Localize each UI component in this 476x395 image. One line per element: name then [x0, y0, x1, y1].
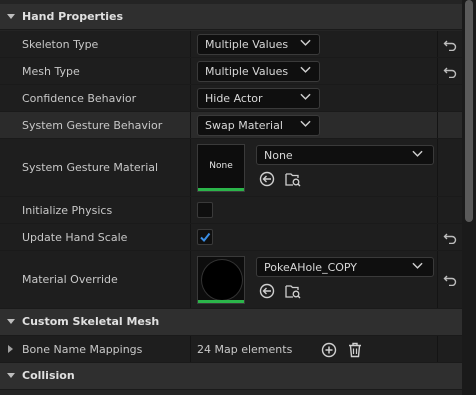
- details-panel: Hand Properties Skeleton Type Multiple V…: [0, 0, 462, 395]
- property-label: Bone Name Mappings: [22, 343, 143, 356]
- material-override-picker[interactable]: PokeAHole_COPY: [256, 257, 434, 277]
- row-bone-name-mappings: Bone Name Mappings 24 Map elements: [0, 336, 462, 363]
- chevron-down-icon: [300, 120, 311, 128]
- property-label: System Gesture Behavior: [22, 119, 163, 132]
- asset-name: PokeAHole_COPY: [264, 261, 358, 274]
- mesh-type-dropdown[interactable]: Multiple Values: [197, 61, 320, 82]
- add-element-icon[interactable]: [321, 342, 337, 358]
- section-title: Collision: [22, 369, 75, 382]
- initialize-physics-checkbox[interactable]: [197, 202, 213, 218]
- property-label: Initialize Physics: [22, 204, 113, 217]
- chevron-down-icon: [412, 262, 423, 270]
- reset-arrow-icon[interactable]: [443, 232, 457, 244]
- row-confidence-behavior: Confidence Behavior Hide Actor: [0, 85, 462, 112]
- chevron-down-icon: [300, 39, 311, 47]
- row-material-override: Material Override PokeAHole_COPY: [0, 251, 462, 309]
- checkmark-icon: [199, 231, 211, 243]
- row-system-gesture-behavior: System Gesture Behavior Swap Material: [0, 112, 462, 139]
- section-title: Hand Properties: [22, 10, 124, 23]
- use-selected-asset-icon[interactable]: [259, 171, 275, 187]
- expand-arrow-icon[interactable]: [8, 345, 13, 353]
- row-skeleton-type: Skeleton Type Multiple Values: [0, 31, 462, 58]
- dropdown-value: Swap Material: [205, 119, 283, 132]
- property-label: Skeleton Type: [22, 38, 99, 51]
- collapse-arrow-icon: [7, 14, 15, 19]
- material-thumbnail[interactable]: [197, 256, 245, 304]
- section-hand-properties[interactable]: Hand Properties: [0, 4, 462, 30]
- browse-asset-icon[interactable]: [285, 283, 301, 299]
- row-initialize-physics: Initialize Physics: [0, 197, 462, 224]
- material-preview-sphere: [202, 260, 242, 300]
- map-element-count: 24 Map elements: [197, 343, 293, 356]
- reset-arrow-icon[interactable]: [443, 39, 457, 51]
- thumbnail-label: None: [209, 161, 233, 171]
- confidence-behavior-dropdown[interactable]: Hide Actor: [197, 88, 320, 109]
- system-gesture-behavior-dropdown[interactable]: Swap Material: [197, 115, 320, 136]
- property-label: Material Override: [22, 273, 118, 286]
- dropdown-value: Hide Actor: [205, 92, 263, 105]
- section-title: Custom Skeletal Mesh: [22, 315, 160, 328]
- dropdown-value: Multiple Values: [205, 65, 289, 78]
- chevron-down-icon: [300, 66, 311, 74]
- skeleton-type-dropdown[interactable]: Multiple Values: [197, 34, 320, 55]
- chevron-down-icon: [300, 93, 311, 101]
- property-label: System Gesture Material: [22, 161, 159, 174]
- row-system-gesture-material: System Gesture Material None None: [0, 139, 462, 197]
- update-hand-scale-checkbox[interactable]: [197, 229, 213, 245]
- row-mesh-type: Mesh Type Multiple Values: [0, 58, 462, 85]
- material-thumbnail[interactable]: None: [197, 144, 245, 192]
- collapse-arrow-icon: [7, 319, 15, 324]
- property-label: Mesh Type: [22, 65, 80, 78]
- use-selected-asset-icon[interactable]: [259, 283, 275, 299]
- browse-asset-icon[interactable]: [285, 171, 301, 187]
- reset-arrow-icon[interactable]: [443, 274, 457, 286]
- delete-icon[interactable]: [348, 342, 362, 358]
- section-custom-skeletal-mesh[interactable]: Custom Skeletal Mesh: [0, 309, 462, 336]
- row-update-hand-scale: Update Hand Scale: [0, 224, 462, 251]
- asset-name: None: [264, 149, 293, 162]
- scrollbar-thumb[interactable]: [465, 0, 473, 222]
- section-collision[interactable]: Collision: [0, 363, 462, 390]
- system-gesture-material-picker[interactable]: None: [256, 145, 434, 165]
- chevron-down-icon: [412, 150, 423, 158]
- property-label: Update Hand Scale: [22, 231, 128, 244]
- dropdown-value: Multiple Values: [205, 38, 289, 51]
- reset-arrow-icon[interactable]: [443, 66, 457, 78]
- property-label: Confidence Behavior: [22, 92, 137, 105]
- collapse-arrow-icon: [7, 373, 15, 378]
